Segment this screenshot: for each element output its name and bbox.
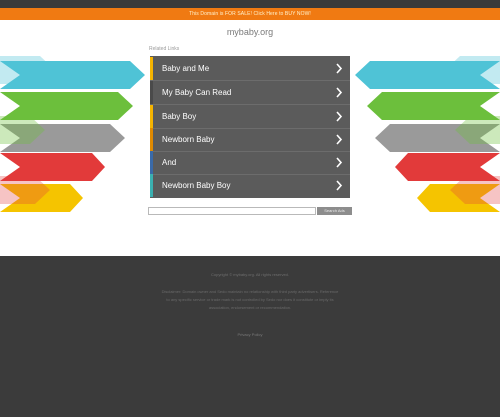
chevron-right-icon xyxy=(334,156,344,169)
chevron-right-icon xyxy=(334,179,344,192)
link-label: Baby Boy xyxy=(162,112,197,121)
copyright-text: Copyright © mybaby.org. All rights reser… xyxy=(210,272,289,277)
link-item[interactable]: And xyxy=(150,151,350,174)
search-input[interactable] xyxy=(148,207,316,215)
link-label: Baby and Me xyxy=(162,64,210,73)
link-label: And xyxy=(162,158,177,167)
chevron-right-icon xyxy=(334,62,344,75)
link-accent xyxy=(150,81,153,104)
link-item[interactable]: My Baby Can Read xyxy=(150,81,350,104)
related-links-label: Related Links xyxy=(149,46,180,52)
link-label: Newborn Baby Boy xyxy=(162,181,231,190)
link-label: My Baby Can Read xyxy=(162,88,232,97)
chevron-right-icon xyxy=(334,86,344,99)
link-label: Newborn Baby xyxy=(162,135,215,144)
link-accent xyxy=(150,105,153,128)
site-domain: mybaby.org xyxy=(226,27,274,37)
arrow-left-2 xyxy=(0,92,133,120)
top-bar xyxy=(0,0,500,8)
for-sale-banner[interactable]: This Domain is FOR SALE! Click Here to B… xyxy=(0,8,500,20)
privacy-policy-link[interactable]: Privacy Policy xyxy=(0,332,500,337)
link-accent xyxy=(150,128,153,151)
related-links-panel: Baby and Me My Baby Can Read Baby Boy Ne… xyxy=(150,56,350,198)
link-accent xyxy=(150,151,153,174)
link-item[interactable]: Newborn Baby xyxy=(150,128,350,151)
search-button[interactable]: Search Ads xyxy=(317,207,352,215)
disclaimer-text: Disclaimer: Domain owner and Sedo mainta… xyxy=(161,289,339,310)
arrow-right-2 xyxy=(367,92,500,120)
link-item[interactable]: Baby Boy xyxy=(150,105,350,128)
chevron-right-icon xyxy=(334,133,344,146)
footer: Copyright © mybaby.org. All rights reser… xyxy=(0,256,500,417)
link-accent xyxy=(150,57,153,80)
chevron-right-icon xyxy=(334,110,344,123)
link-item[interactable]: Newborn Baby Boy xyxy=(150,174,350,197)
link-accent xyxy=(150,174,153,197)
search-form: Search Ads xyxy=(148,207,352,215)
link-item[interactable]: Baby and Me xyxy=(150,57,350,80)
